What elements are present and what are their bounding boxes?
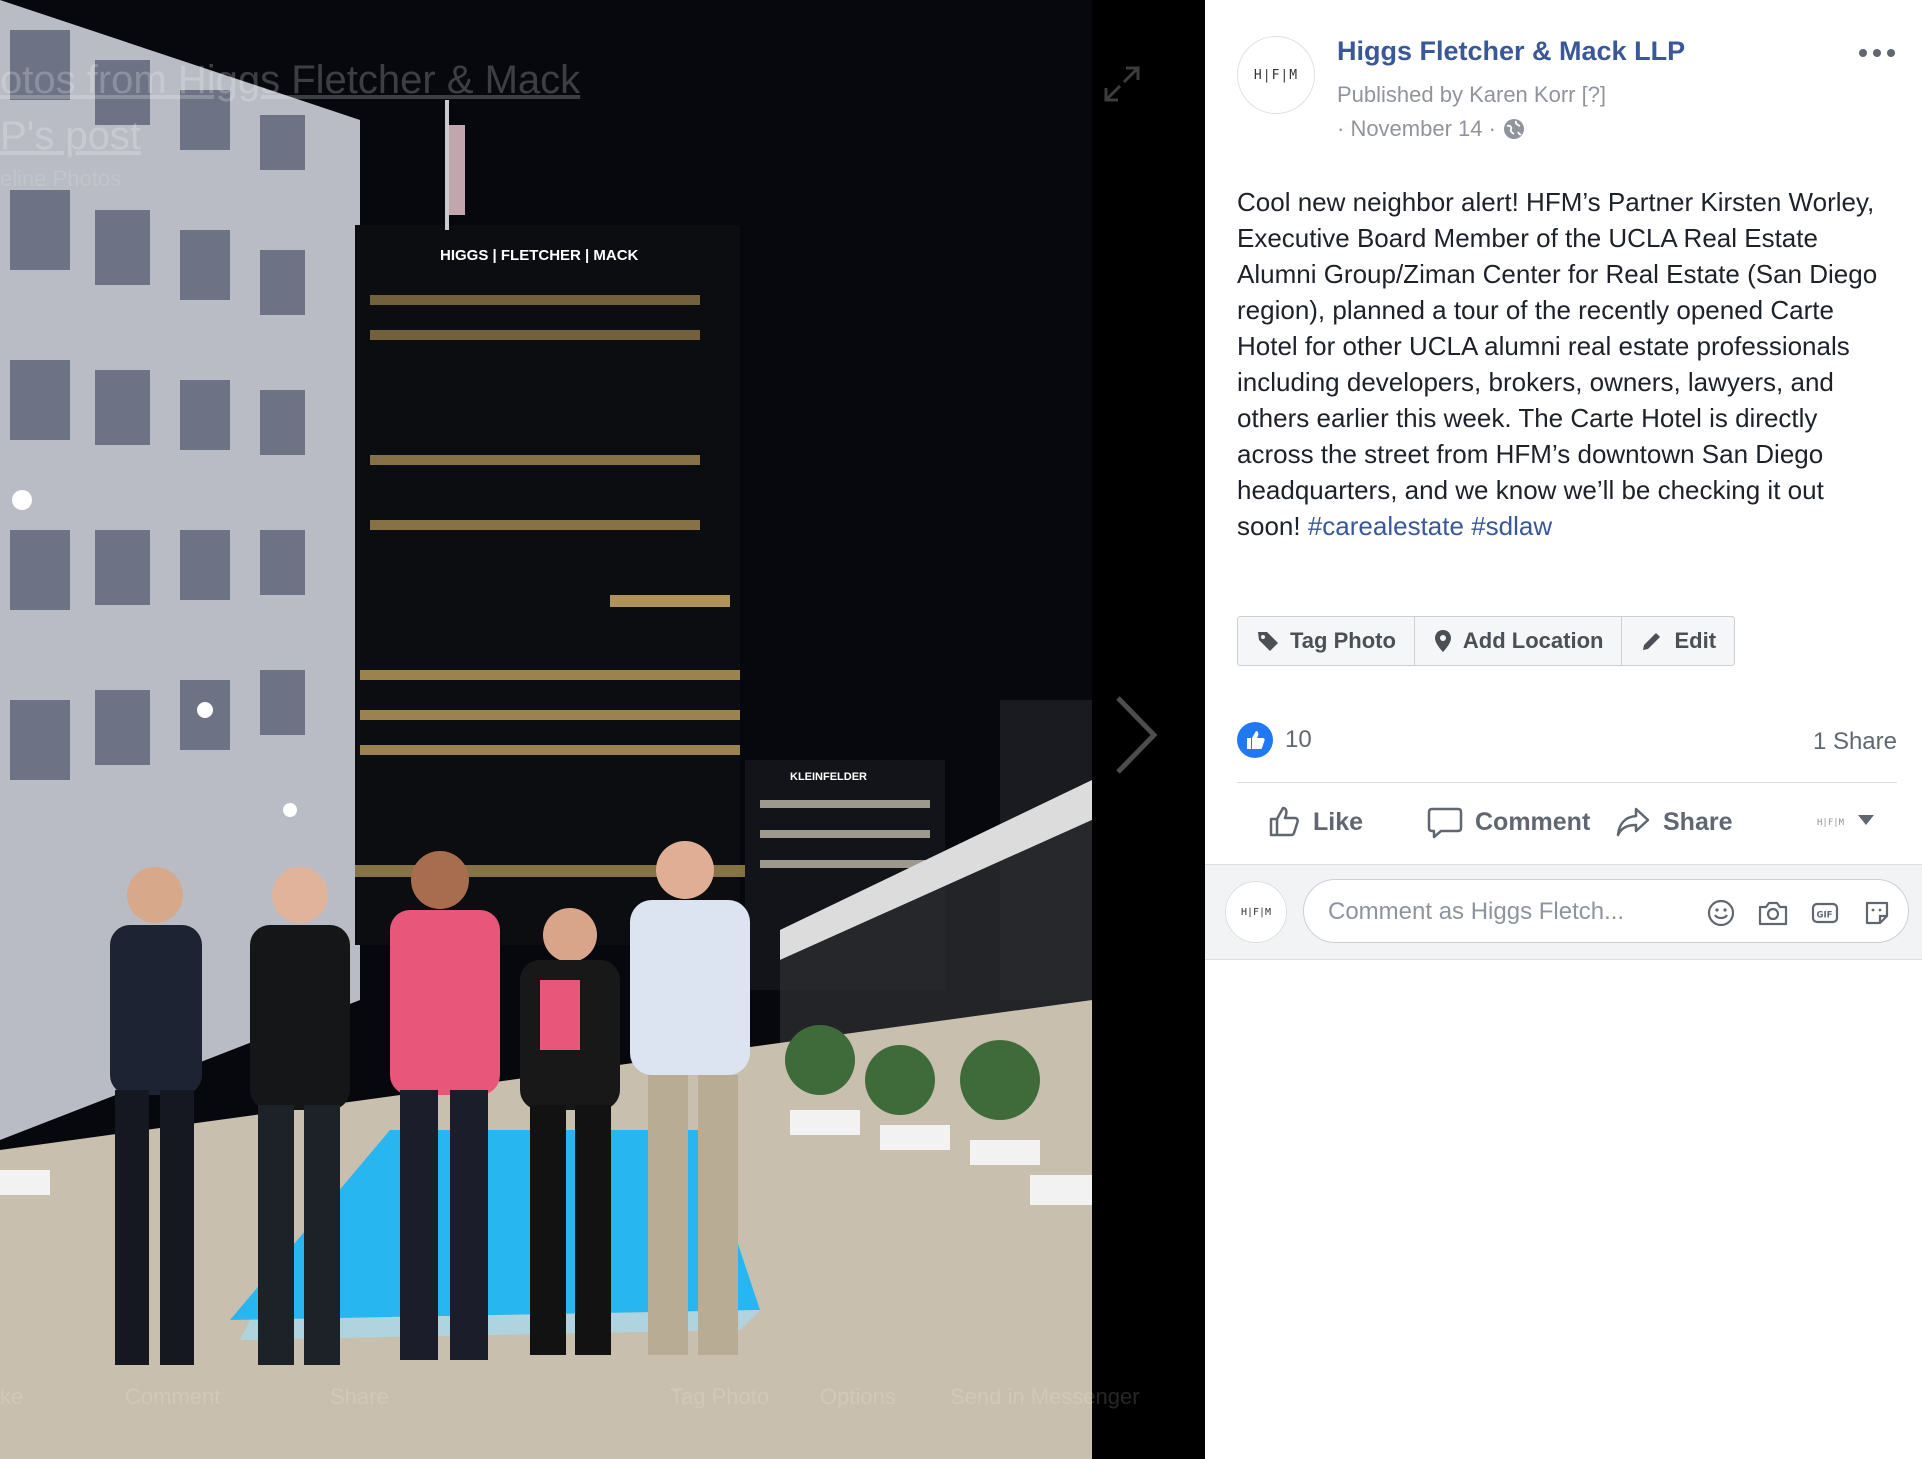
footer-options[interactable]: Options — [820, 1384, 896, 1410]
photo-footer-actions: ke Comment Share Tag Photo Options Send … — [0, 1378, 1205, 1418]
share-count[interactable]: 1 Share — [1813, 728, 1897, 756]
thumbs-up-icon — [1247, 731, 1265, 749]
page-avatar[interactable]: H|F|M — [1237, 36, 1315, 114]
ufi-actions: Like Comment Share H|F|M — [1237, 796, 1897, 848]
svg-text:GIF: GIF — [1817, 911, 1833, 921]
footer-send-messenger[interactable]: Send in Messenger — [950, 1384, 1140, 1410]
footer-tag-photo[interactable]: Tag Photo — [670, 1384, 769, 1410]
pencil-icon — [1643, 633, 1661, 650]
more-options-icon[interactable] — [1855, 40, 1899, 66]
like-label: Like — [1313, 807, 1364, 836]
composer-icons: GIF — [1704, 896, 1894, 930]
tag-photo-button[interactable]: Tag Photo — [1238, 617, 1415, 665]
svg-text:H|F|M: H|F|M — [1817, 818, 1845, 828]
comment-composer: H|F|M Comment as Higgs Fletch... GIF — [1205, 864, 1922, 960]
like-count[interactable]: 10 — [1285, 726, 1312, 754]
reactions-summary: 10 1 Share — [1237, 718, 1897, 764]
hashtag-link[interactable]: #sdlaw — [1471, 511, 1552, 541]
post-panel: H|F|M Higgs Fletcher & Mack LLP Publishe… — [1205, 0, 1922, 1459]
photo-album-subtitle: eline Photos — [0, 166, 122, 191]
page-name-link[interactable]: Higgs Fletcher & Mack LLP — [1337, 36, 1685, 67]
globe-icon — [1503, 119, 1524, 139]
post-date-text[interactable]: · November 14 · — [1337, 116, 1496, 142]
footer-share[interactable]: Share — [330, 1384, 389, 1410]
tag-icon — [1258, 632, 1278, 651]
photo-viewer: HIGGS | FLETCHER | MACK KLEINFELDER otos… — [0, 0, 1922, 1459]
like-reaction-icon[interactable] — [1237, 722, 1273, 758]
location-pin-icon — [1434, 630, 1451, 652]
divider — [1237, 782, 1897, 783]
sticker-button[interactable] — [1860, 896, 1894, 930]
audience-selector[interactable]: H|F|M — [1817, 808, 1875, 832]
hashtag-link[interactable]: #carealestate — [1308, 511, 1464, 541]
post-header: H|F|M Higgs Fletcher & Mack LLP Publishe… — [1205, 0, 1922, 170]
add-location-button[interactable]: Add Location — [1415, 617, 1623, 665]
edit-button[interactable]: Edit — [1622, 617, 1734, 665]
commenter-avatar[interactable]: H|F|M — [1225, 881, 1287, 943]
share-arrow-icon — [1616, 807, 1650, 837]
sticker-icon — [1865, 901, 1889, 925]
post-date[interactable]: · November 14 · — [1337, 116, 1526, 142]
photo-action-bar: Tag Photo Add Location Edit — [1237, 616, 1736, 666]
page-identity-icon: H|F|M — [1817, 818, 1845, 828]
edit-label: Edit — [1674, 628, 1717, 653]
next-photo-arrow-icon[interactable] — [1110, 690, 1162, 780]
post-photo[interactable]: HIGGS | FLETCHER | MACK KLEINFELDER — [0, 0, 1092, 1459]
emoji-button[interactable] — [1704, 896, 1738, 930]
comment-input[interactable]: Comment as Higgs Fletch... GIF — [1303, 879, 1909, 943]
comment-button[interactable]: Comment — [1427, 796, 1590, 848]
footer-comment[interactable]: Comment — [125, 1384, 220, 1410]
building-sign: HIGGS | FLETCHER | MACK — [440, 247, 639, 264]
post-body-text: Cool new neighbor alert! HFM’s Partner K… — [1237, 187, 1878, 541]
photo-album-link[interactable]: otos from Higgs Fletcher & Mack P's post — [0, 52, 600, 164]
like-button[interactable]: Like — [1267, 796, 1363, 848]
comment-placeholder: Comment as Higgs Fletch... — [1328, 898, 1625, 925]
expand-icon[interactable] — [1100, 62, 1144, 106]
share-button[interactable]: Share — [1615, 796, 1732, 848]
footer-like[interactable]: ke — [0, 1384, 23, 1410]
building-sign-2: KLEINFELDER — [790, 771, 867, 783]
post-message: Cool new neighbor alert! HFM’s Partner K… — [1237, 184, 1887, 544]
photo-attach-button[interactable] — [1756, 896, 1790, 930]
gif-button[interactable]: GIF — [1808, 896, 1842, 930]
photo-stage: HIGGS | FLETCHER | MACK KLEINFELDER otos… — [0, 0, 1205, 1459]
photo-illustration: HIGGS | FLETCHER | MACK KLEINFELDER — [0, 0, 1092, 1459]
gif-icon: GIF — [1811, 902, 1839, 924]
chevron-down-icon — [1858, 815, 1874, 825]
camera-icon — [1758, 901, 1788, 926]
comment-bubble-icon — [1427, 807, 1463, 839]
share-label: Share — [1663, 807, 1733, 836]
add-location-label: Add Location — [1462, 628, 1604, 653]
tag-photo-label: Tag Photo — [1290, 628, 1396, 653]
comment-label: Comment — [1475, 807, 1591, 836]
thumbs-up-outline-icon — [1269, 806, 1299, 837]
smiley-icon — [1707, 899, 1735, 927]
published-by: Published by Karen Korr [?] — [1337, 82, 1607, 107]
